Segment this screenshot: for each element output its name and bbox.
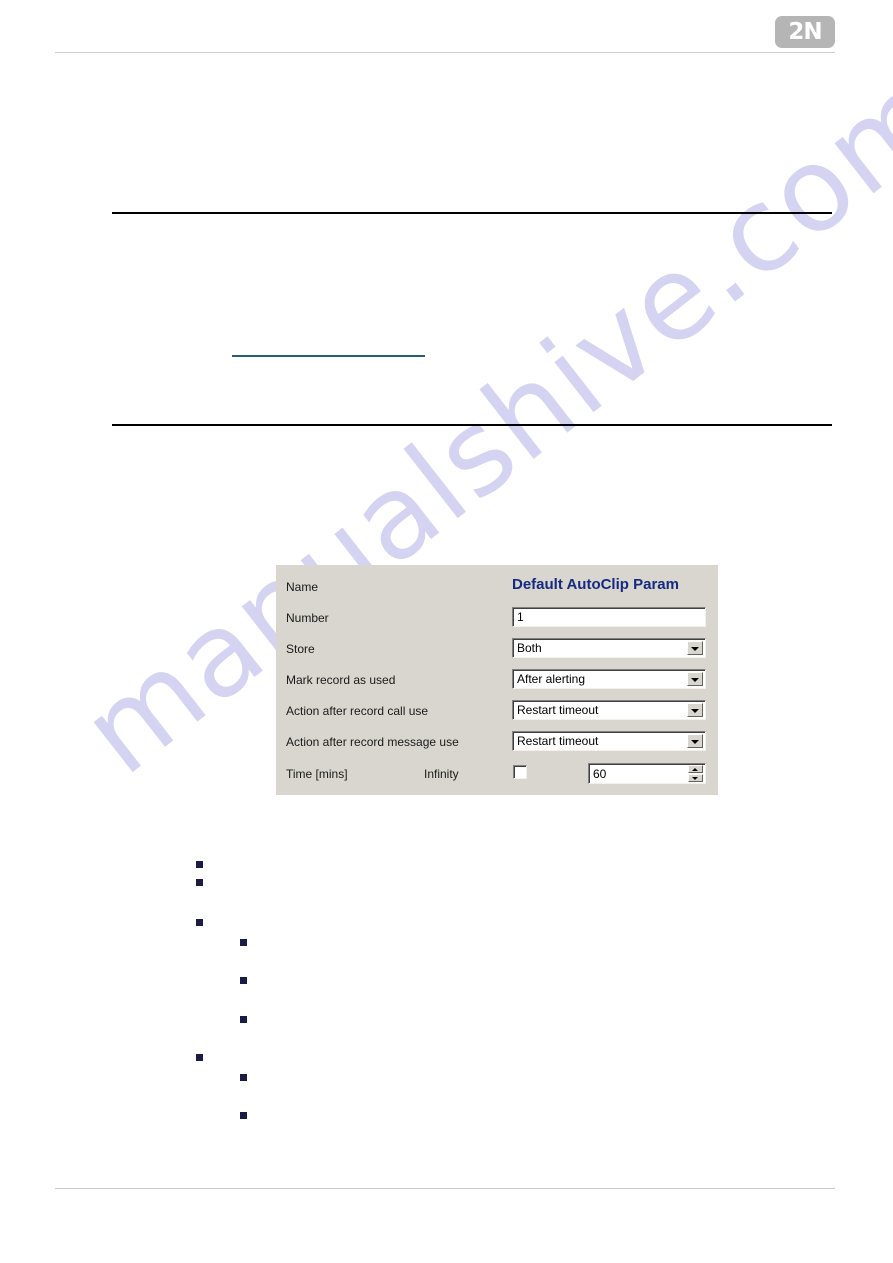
dialog-row-action-after-record-call-use: Action after record call use Restart tim… — [276, 697, 718, 727]
action-after-record-message-use-dropdown[interactable]: Restart timeout — [512, 731, 706, 751]
dialog-row-name: Name Default AutoClip Param — [276, 573, 718, 603]
list-bullet-sub — [240, 1112, 247, 1119]
mark-record-as-used-value: After alerting — [517, 672, 586, 686]
label-time-mins: Time [mins] — [286, 767, 348, 781]
chevron-down-icon[interactable] — [687, 672, 703, 686]
label-mark-record-as-used: Mark record as used — [286, 673, 396, 687]
action-after-record-message-use-value: Restart timeout — [517, 734, 599, 748]
time-spinner[interactable]: 60 — [588, 763, 706, 784]
hyperlink-underline[interactable] — [232, 355, 425, 357]
footer-rule — [55, 1188, 835, 1189]
action-after-record-call-use-value: Restart timeout — [517, 703, 599, 717]
list-bullet — [196, 879, 203, 886]
dialog-row-number: Number 1 — [276, 604, 718, 634]
brand-logo-text: 2N — [788, 19, 822, 45]
store-dropdown[interactable]: Both — [512, 638, 706, 658]
spinner-down-icon[interactable] — [688, 774, 703, 782]
label-infinity: Infinity — [424, 767, 459, 781]
number-input[interactable]: 1 — [512, 607, 706, 627]
label-name: Name — [286, 580, 319, 594]
list-bullet-sub — [240, 977, 247, 984]
dialog-row-store: Store Both — [276, 635, 718, 665]
chevron-down-icon[interactable] — [687, 734, 703, 748]
dialog-row-mark-record-as-used: Mark record as used After alerting — [276, 666, 718, 696]
mark-record-as-used-dropdown[interactable]: After alerting — [512, 669, 706, 689]
action-after-record-call-use-dropdown[interactable]: Restart timeout — [512, 700, 706, 720]
store-dropdown-value: Both — [517, 641, 542, 655]
list-bullet — [196, 861, 203, 868]
section-rule-middle — [112, 424, 832, 426]
label-action-after-record-message-use: Action after record message use — [286, 735, 459, 749]
document-page: manualshive.com 2N Name Default AutoClip… — [0, 0, 893, 1263]
autoclip-param-title: Default AutoClip Param — [512, 576, 679, 593]
infinity-checkbox[interactable] — [513, 765, 527, 779]
label-store: Store — [286, 642, 315, 656]
header-rule — [55, 52, 835, 53]
chevron-down-icon[interactable] — [687, 703, 703, 717]
list-bullet — [196, 1054, 203, 1061]
dialog-row-action-after-record-message-use: Action after record message use Restart … — [276, 728, 718, 758]
list-bullet-sub — [240, 939, 247, 946]
section-rule-top — [112, 212, 832, 214]
number-input-value: 1 — [517, 610, 524, 624]
brand-logo: 2N — [775, 16, 835, 48]
list-bullet — [196, 919, 203, 926]
label-number: Number — [286, 611, 329, 625]
chevron-down-icon[interactable] — [687, 641, 703, 655]
spinner-up-icon[interactable] — [688, 765, 703, 773]
label-action-after-record-call-use: Action after record call use — [286, 704, 429, 718]
spinner-buttons[interactable] — [688, 765, 703, 782]
time-spinner-value: 60 — [593, 767, 607, 781]
autoclip-param-dialog: Name Default AutoClip Param Number 1 Sto… — [276, 565, 718, 795]
list-bullet-sub — [240, 1074, 247, 1081]
list-bullet-sub — [240, 1016, 247, 1023]
dialog-row-time: Time [mins] Infinity 60 — [276, 760, 718, 790]
